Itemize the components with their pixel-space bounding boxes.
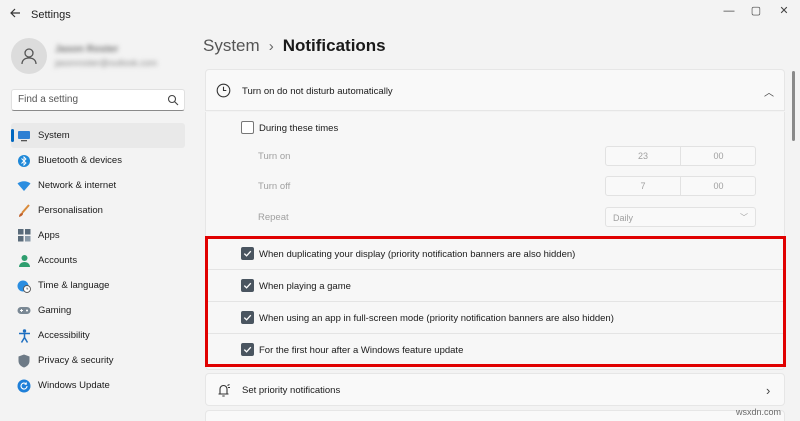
repeat-value: Daily: [613, 213, 634, 223]
search-icon[interactable]: [167, 94, 179, 106]
clock-icon: [216, 83, 231, 98]
sidebar-item-apps[interactable]: Apps: [11, 223, 185, 248]
checkmark-icon: [243, 314, 252, 321]
sidebar-item-label: Accessibility: [38, 330, 90, 341]
breadcrumb-separator: ›: [268, 38, 274, 55]
turn-on-minute[interactable]: 00: [681, 147, 756, 165]
update-icon: [17, 379, 31, 393]
gamepad-icon: [17, 304, 31, 318]
during-times-checkbox[interactable]: [241, 121, 254, 134]
priority-bell-icon: [218, 384, 230, 397]
duplicating-display-checkbox[interactable]: [241, 247, 254, 260]
next-setting-row[interactable]: [205, 410, 785, 421]
turn-off-hour[interactable]: 7: [606, 177, 681, 195]
search-input[interactable]: [18, 94, 168, 105]
sidebar-item-label: Bluetooth & devices: [38, 155, 122, 166]
title-bar: Settings — ▢ ✕: [0, 0, 800, 30]
turn-off-time-picker[interactable]: 7 00: [605, 176, 756, 196]
checkmark-icon: [243, 346, 252, 353]
priority-notifications-label: Set priority notifications: [242, 385, 341, 396]
user-email: jasonroster@outlook.com: [55, 58, 158, 68]
feature-update-label: For the first hour after a Windows featu…: [259, 345, 464, 356]
duplicating-display-label: When duplicating your display (priority …: [259, 249, 576, 260]
back-button[interactable]: [6, 7, 24, 23]
playing-game-label: When playing a game: [259, 281, 351, 292]
feature-update-checkbox[interactable]: [241, 343, 254, 356]
turn-on-time-picker[interactable]: 23 00: [605, 146, 756, 166]
sidebar-item-network[interactable]: Network & internet: [11, 173, 185, 198]
sidebar-item-gaming[interactable]: Gaming: [11, 298, 185, 323]
breadcrumb-parent[interactable]: System: [203, 36, 260, 56]
sidebar-item-label: Network & internet: [38, 180, 117, 191]
sidebar-item-bluetooth[interactable]: Bluetooth & devices: [11, 148, 185, 173]
row-divider: [205, 301, 785, 302]
globe-clock-icon: [17, 279, 31, 293]
app-title: Settings: [31, 9, 71, 21]
person-icon: [21, 48, 37, 65]
turn-off-minute[interactable]: 00: [681, 177, 756, 195]
arrow-left-icon: [10, 8, 20, 18]
chevron-right-icon: ›: [766, 383, 771, 398]
sidebar-item-accessibility[interactable]: Accessibility: [11, 323, 185, 348]
user-name: Jason Roster: [55, 44, 119, 55]
sidebar-item-label: System: [38, 130, 70, 141]
sidebar-item-accounts[interactable]: Accounts: [11, 248, 185, 273]
sidebar-item-windows-update[interactable]: Windows Update: [11, 373, 185, 398]
repeat-label: Repeat: [258, 212, 289, 223]
brush-icon: [17, 203, 31, 218]
sidebar-item-label: Personalisation: [38, 205, 103, 216]
sidebar-item-personalisation[interactable]: Personalisation: [11, 198, 185, 223]
row-divider: [205, 237, 785, 238]
full-screen-app-label: When using an app in full-screen mode (p…: [259, 313, 614, 324]
page-title: Notifications: [282, 36, 386, 55]
sidebar-item-label: Time & language: [38, 280, 110, 291]
turn-on-label: Turn on: [258, 151, 291, 162]
turn-on-hour[interactable]: 23: [606, 147, 681, 165]
watermark: wsxdn.com: [736, 407, 782, 417]
accessibility-icon: [17, 328, 31, 343]
sidebar-item-label: Gaming: [38, 305, 72, 316]
during-times-label: During these times: [259, 123, 339, 134]
sidebar-item-time-language[interactable]: Time & language: [11, 273, 185, 298]
chevron-up-icon[interactable]: ︿: [764, 84, 774, 99]
full-screen-app-checkbox[interactable]: [241, 311, 254, 324]
row-divider: [205, 269, 785, 270]
turn-off-label: Turn off: [258, 181, 291, 192]
bluetooth-icon: [17, 154, 31, 168]
chevron-down-icon: ﹀: [740, 213, 748, 222]
repeat-select[interactable]: Daily ﹀: [605, 207, 756, 227]
checkmark-icon: [243, 282, 252, 289]
close-button[interactable]: ✕: [773, 4, 795, 18]
priority-notifications-row[interactable]: Set priority notifications ›: [205, 373, 785, 406]
apps-icon: [17, 229, 31, 243]
sidebar-item-privacy[interactable]: Privacy & security: [11, 348, 185, 373]
playing-game-checkbox[interactable]: [241, 279, 254, 292]
breadcrumb: System › Notifications: [203, 36, 386, 56]
sidebar-item-label: Apps: [38, 230, 60, 241]
checkmark-icon: [243, 250, 252, 257]
dnd-label: Turn on do not disturb automatically: [242, 86, 393, 97]
avatar[interactable]: [11, 38, 47, 74]
sidebar-item-system[interactable]: System: [11, 123, 185, 148]
maximize-button[interactable]: ▢: [745, 4, 767, 18]
search-box[interactable]: [11, 89, 185, 111]
scrollbar[interactable]: [792, 71, 795, 141]
sidebar-item-label: Accounts: [38, 255, 78, 266]
sidebar-item-label: Windows Update: [38, 380, 110, 391]
sidebar-nav: System Bluetooth & devices Network & int…: [11, 123, 185, 398]
sidebar-item-label: Privacy & security: [38, 355, 114, 366]
monitor-icon: [17, 129, 31, 143]
dnd-expander-header[interactable]: Turn on do not disturb automatically ︿: [205, 69, 785, 111]
row-divider: [205, 333, 785, 334]
shield-icon: [17, 354, 31, 368]
person-icon: [17, 254, 31, 268]
wifi-icon: [17, 179, 31, 193]
minimize-button[interactable]: —: [718, 4, 740, 18]
